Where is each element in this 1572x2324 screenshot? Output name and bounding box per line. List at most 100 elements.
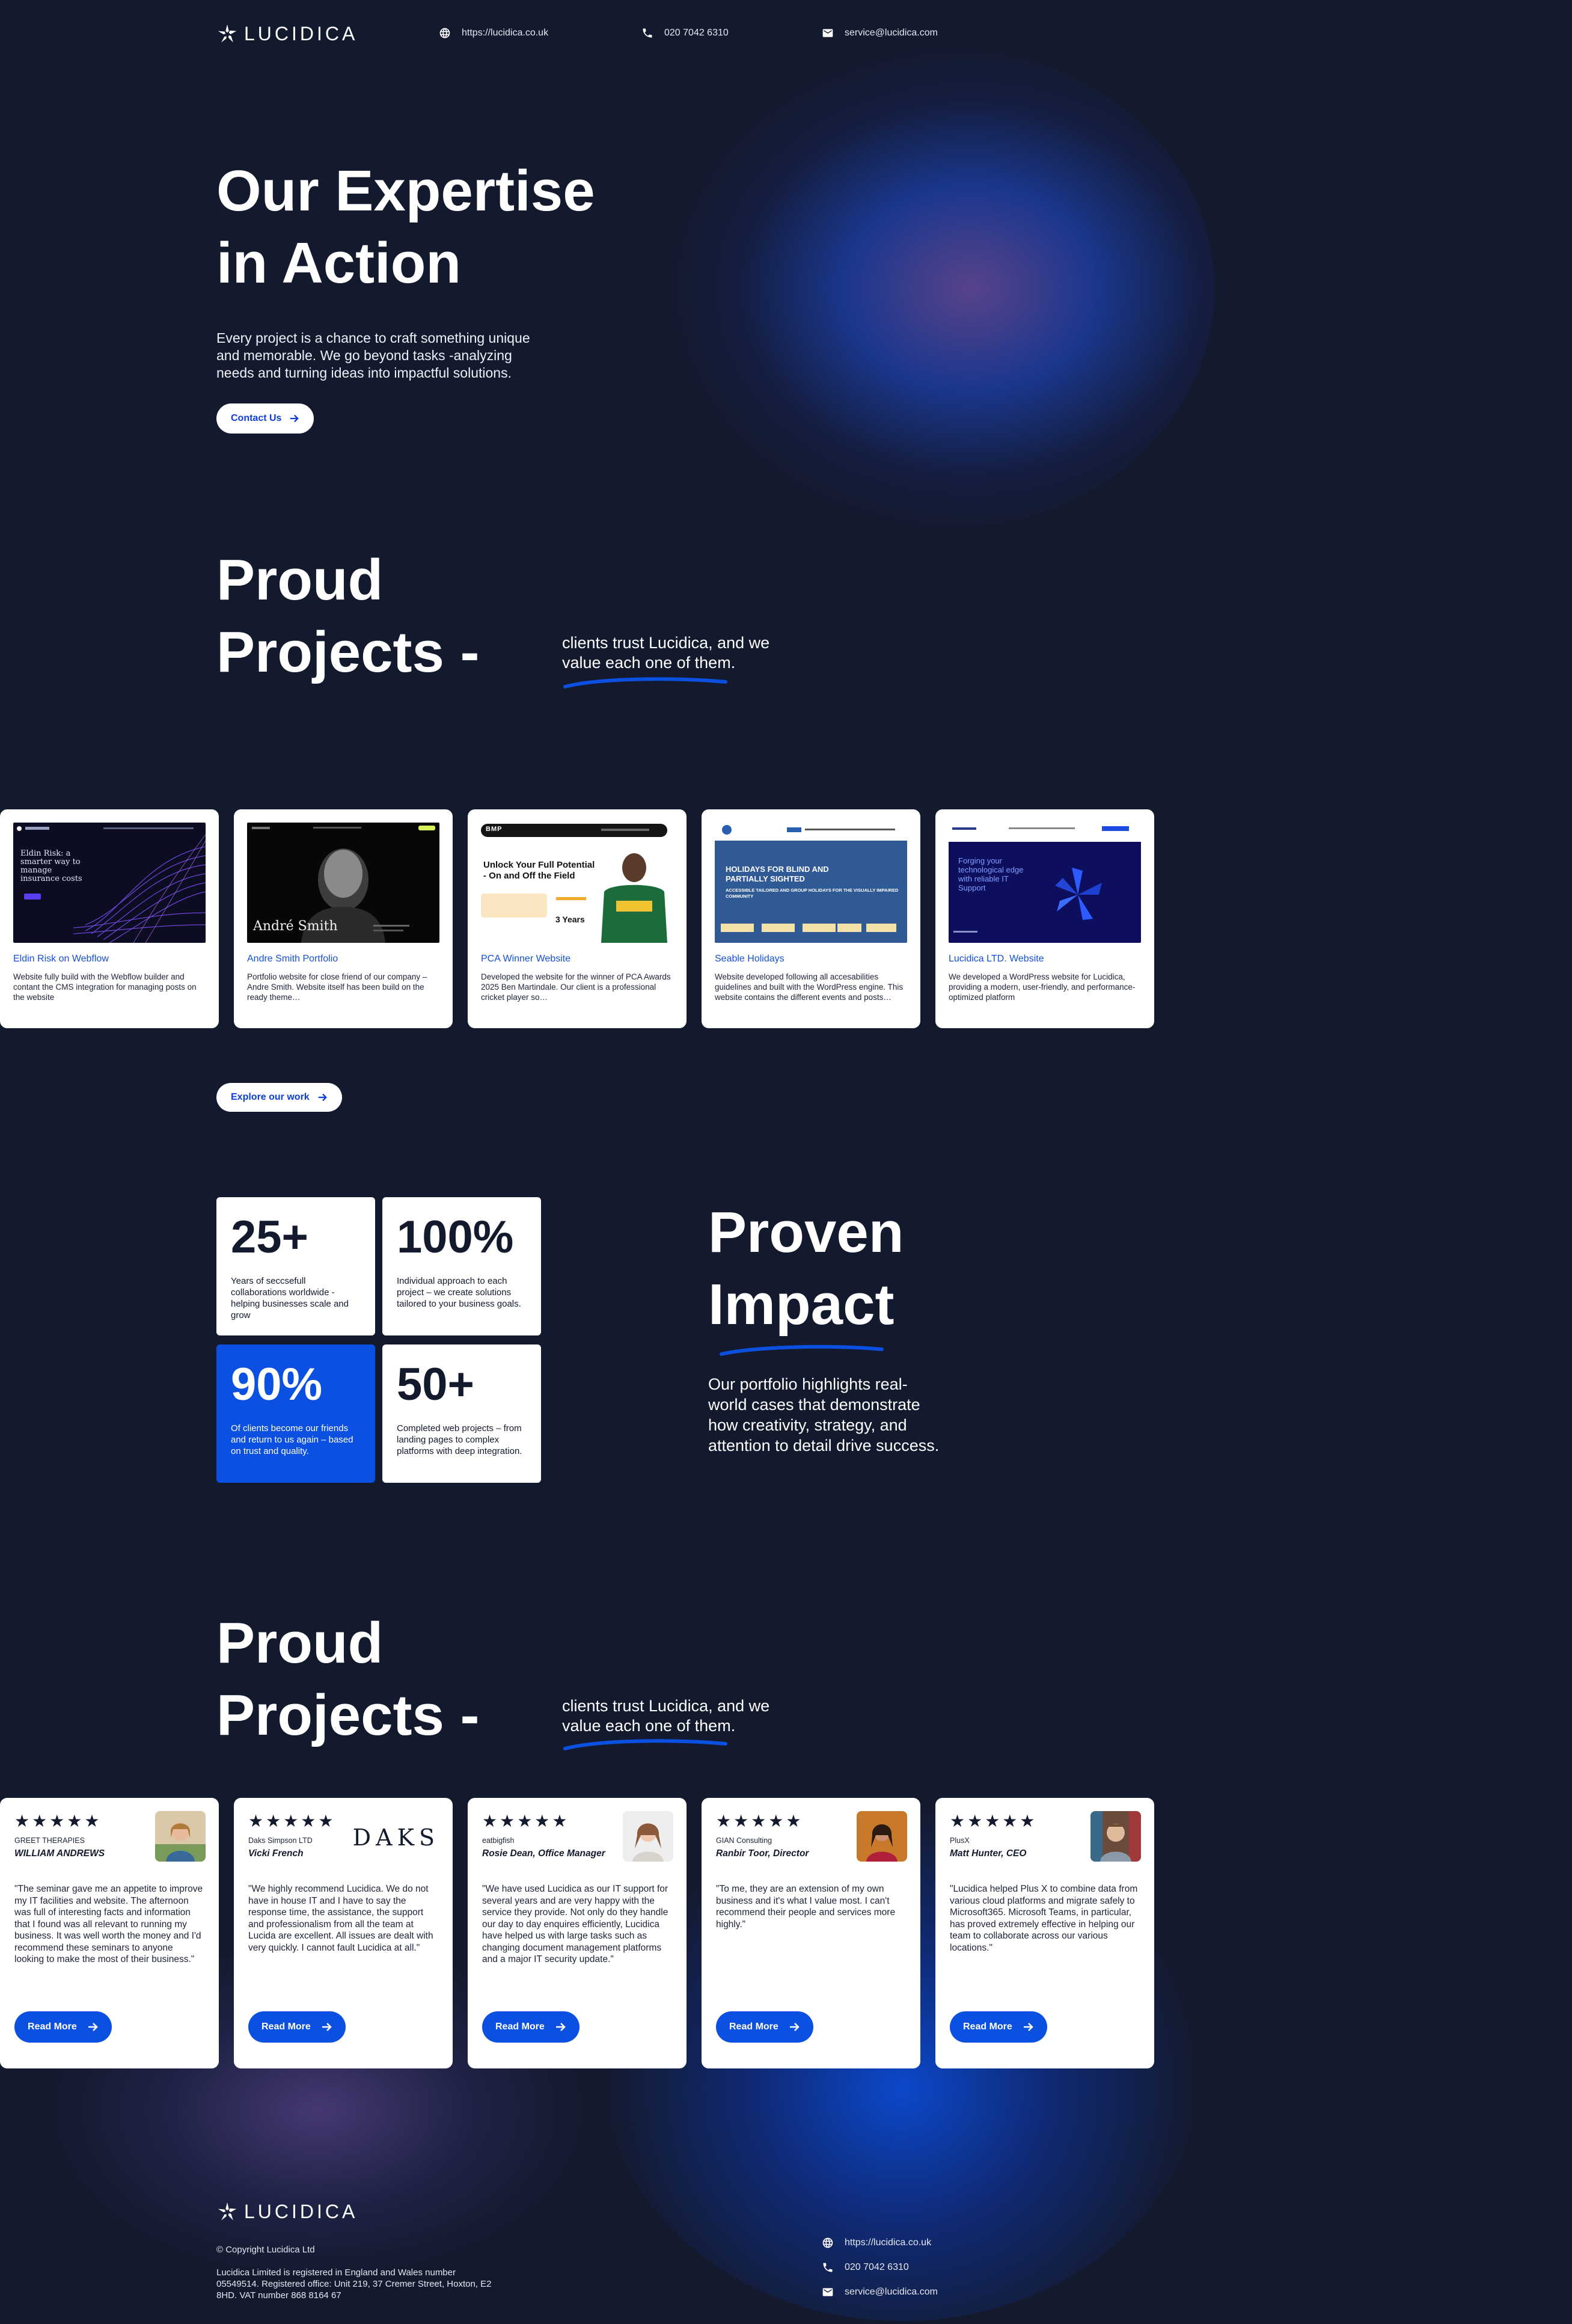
- arrow-right-icon: [318, 1093, 327, 1102]
- trust-underline: [563, 677, 727, 688]
- stat-card-projects: 50+ Completed web projects – from landin…: [382, 1344, 541, 1483]
- read-more-button[interactable]: Read More: [14, 2011, 112, 2043]
- stat-card-clients: 90% Of clients become our friends and re…: [216, 1344, 375, 1483]
- project-title[interactable]: Andre Smith Portfolio: [247, 954, 439, 964]
- arrow-right-icon: [322, 2023, 332, 2031]
- seable-thumb-headline: HOLIDAYS FOR BLIND AND PARTIALLY SIGHTED: [726, 865, 829, 883]
- header-logo[interactable]: LUCIDICA: [216, 23, 358, 45]
- footer-copyright: © Copyright Lucidica Ltd: [216, 2245, 315, 2255]
- proven-impact-title: Proven Impact: [708, 1197, 1069, 1341]
- read-more-button[interactable]: Read More: [716, 2011, 813, 2043]
- globe-icon: [439, 28, 450, 38]
- footer-website[interactable]: https://lucidica.co.uk: [822, 2237, 931, 2249]
- project-thumbnail: BMP Unlock Your Full Potential - On and …: [481, 823, 673, 943]
- brand-name: LUCIDICA: [244, 2201, 358, 2222]
- contact-us-button[interactable]: Contact Us: [216, 403, 314, 434]
- testimonial-card: ★★★★★ GREET THERAPIES WILLIAM ANDREWS "T…: [0, 1798, 219, 2068]
- projects-title: Proud Projects -: [216, 544, 577, 688]
- phone-icon: [823, 2263, 833, 2272]
- pca-thumb-headline: Unlock Your Full Potential - On and Off …: [483, 860, 595, 881]
- project-card-pca[interactable]: BMP Unlock Your Full Potential - On and …: [468, 809, 687, 1028]
- impact-underline: [720, 1344, 884, 1356]
- read-more-button[interactable]: Read More: [482, 2011, 580, 2043]
- avatar: [1090, 1811, 1141, 1862]
- testimonial-quote: "To me, they are an extension of my own …: [716, 1884, 896, 1930]
- avatar: [155, 1811, 206, 1862]
- proven-title-line1: Proven: [708, 1200, 904, 1265]
- project-card-lucidica[interactable]: Forging your technological edge with rel…: [935, 809, 1154, 1028]
- lucidica-logo-icon: [218, 24, 237, 42]
- stat-description: Years of seccsefull collaborations world…: [231, 1276, 349, 1320]
- project-title[interactable]: PCA Winner Website: [481, 954, 673, 964]
- project-card-eldin[interactable]: Eldin Risk: a smarter way to manage insu…: [0, 809, 219, 1028]
- projects-title-line2: Projects -: [216, 620, 480, 684]
- footer-email-text: service@lucidica.com: [845, 2287, 938, 2297]
- testimonials-title-line1: Proud: [216, 1611, 384, 1675]
- testimonials-underline: [563, 1739, 727, 1750]
- eldin-thumb-headline: Eldin Risk: a smarter way to manage insu…: [20, 849, 82, 883]
- testimonial-quote: "The seminar gave me an appetite to impr…: [14, 1884, 203, 1964]
- project-thumbnail: Forging your technological edge with rel…: [949, 823, 1141, 943]
- project-description: Developed the website for the winner of …: [481, 972, 671, 1002]
- proven-impact-text: Our portfolio highlights real-world case…: [708, 1375, 940, 1455]
- header-website[interactable]: https://lucidica.co.uk: [439, 27, 548, 39]
- hero-title: Our Expertise in Action: [216, 155, 757, 299]
- projects-trust-text: clients trust Lucidica, and we value eac…: [562, 634, 770, 672]
- testimonial-card: ★★★★★ Daks Simpson LTD Vicki French DAKS…: [234, 1798, 453, 2068]
- testimonial-quote: "We have used Lucidica as our IT support…: [482, 1884, 668, 1964]
- read-more-label: Read More: [28, 2022, 77, 2032]
- contact-us-label: Contact Us: [231, 413, 282, 423]
- andre-thumb-headline: André Smith: [253, 919, 338, 934]
- project-thumbnail: HOLIDAYS FOR BLIND AND PARTIALLY SIGHTED…: [715, 823, 907, 943]
- stat-number: 90%: [231, 1359, 323, 1410]
- hero-title-line2: in Action: [216, 231, 462, 295]
- footer-logo[interactable]: LUCIDICA: [216, 2201, 358, 2223]
- pca-thumb-logo: BMP: [486, 826, 503, 833]
- header-phone-text: 020 7042 6310: [664, 28, 729, 38]
- lucidica-thumb-headline: Forging your technological edge with rel…: [958, 856, 1024, 892]
- stat-description: Of clients become our friends and return…: [231, 1423, 353, 1456]
- project-title[interactable]: Lucidica LTD. Website: [949, 954, 1141, 964]
- avatar: [857, 1811, 907, 1862]
- read-more-button[interactable]: Read More: [248, 2011, 346, 2043]
- read-more-label: Read More: [261, 2022, 311, 2032]
- phone-icon: [643, 28, 652, 38]
- project-description: Website fully build with the Webflow bui…: [13, 972, 197, 1002]
- read-more-button[interactable]: Read More: [950, 2011, 1047, 2043]
- stat-number: 25+: [231, 1212, 308, 1263]
- daks-logo: DAKS: [352, 1824, 439, 1851]
- seable-thumb-sub: ACCESSIBLE TAILORED AND GROUP HOLIDAYS F…: [726, 888, 899, 899]
- header-email-text: service@lucidica.com: [845, 28, 938, 38]
- project-card-seable[interactable]: HOLIDAYS FOR BLIND AND PARTIALLY SIGHTED…: [702, 809, 920, 1028]
- arrow-right-icon: [290, 414, 299, 423]
- explore-work-button[interactable]: Explore our work: [216, 1083, 342, 1112]
- project-title[interactable]: Eldin Risk on Webflow: [13, 954, 206, 964]
- brand-name: LUCIDICA: [244, 23, 358, 44]
- explore-work-label: Explore our work: [231, 1092, 310, 1102]
- project-description: Website developed following all accesabi…: [715, 972, 904, 1002]
- testimonials-title: Proud Projects -: [216, 1607, 577, 1752]
- testimonial-card: ★★★★★ PlusX Matt Hunter, CEO "Lucidica h…: [935, 1798, 1154, 2068]
- testimonials-trust-text: clients trust Lucidica, and we value eac…: [562, 1697, 770, 1735]
- header-website-text: https://lucidica.co.uk: [462, 28, 549, 38]
- arrow-right-icon: [88, 2023, 98, 2031]
- testimonial-quote: "Lucidica helped Plus X to combine data …: [950, 1884, 1138, 1953]
- project-thumbnail: André Smith: [247, 823, 439, 943]
- header-phone[interactable]: 020 7042 6310: [641, 27, 729, 39]
- stat-card-individual: 100% Individual approach to each project…: [382, 1197, 541, 1335]
- stat-number: 100%: [397, 1212, 514, 1263]
- project-thumbnail: Eldin Risk: a smarter way to manage insu…: [13, 823, 206, 943]
- footer-email[interactable]: service@lucidica.com: [822, 2286, 938, 2298]
- header-email[interactable]: service@lucidica.com: [822, 27, 938, 39]
- arrow-right-icon: [1023, 2023, 1033, 2031]
- stat-number: 50+: [397, 1359, 474, 1410]
- mail-icon: [822, 29, 833, 37]
- footer-website-text: https://lucidica.co.uk: [845, 2237, 932, 2248]
- testimonial-card: ★★★★★ eatbigfish Rosie Dean, Office Mana…: [468, 1798, 687, 2068]
- project-card-andre[interactable]: André Smith Andre Smith Portfolio Portfo…: [234, 809, 453, 1028]
- project-title[interactable]: Seable Holidays: [715, 954, 907, 964]
- projects-title-line1: Proud: [216, 548, 384, 612]
- footer-registration: Lucidica Limited is registered in Englan…: [216, 2267, 492, 2301]
- footer-phone[interactable]: 020 7042 6310: [822, 2261, 909, 2273]
- globe-icon: [822, 2237, 833, 2248]
